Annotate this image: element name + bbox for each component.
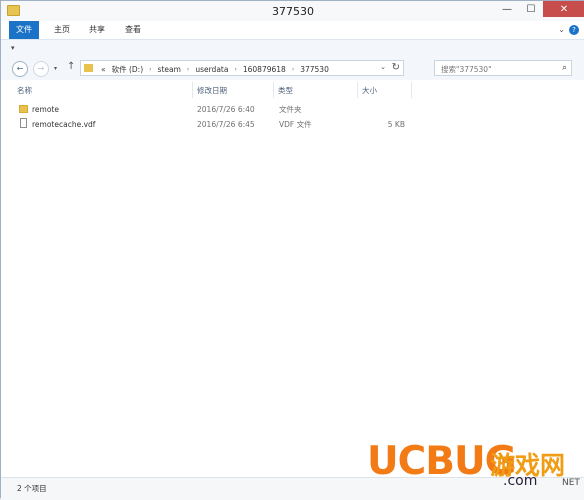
column-header-modified[interactable]: 修改日期 <box>197 85 227 97</box>
address-folder-icon <box>84 64 93 72</box>
column-divider[interactable] <box>273 82 274 98</box>
tab-home[interactable]: 主页 <box>47 21 77 39</box>
ribbon-expand-icon[interactable]: ⌄ <box>558 25 565 34</box>
file-row-remotecache[interactable]: remotecache.vdf 2016/7/26 6:45 VDF 文件 5 … <box>1 118 584 132</box>
watermark-domain: .com <box>503 473 538 489</box>
column-header-name[interactable]: 名称 <box>17 85 32 97</box>
file-modified: 2016/7/26 6:40 <box>197 105 255 114</box>
file-name: remote <box>32 105 59 114</box>
breadcrumb-steam[interactable]: steam <box>155 65 184 74</box>
chevron-right-icon[interactable]: › <box>289 66 297 73</box>
minimize-button[interactable]: — <box>495 1 519 17</box>
forward-button[interactable]: → <box>33 61 49 77</box>
column-header-type[interactable]: 类型 <box>278 85 293 97</box>
help-icon[interactable]: ? <box>569 25 579 35</box>
breadcrumb: « 软件 (D:) › steam › userdata › 160879618… <box>98 63 332 75</box>
file-icon <box>20 118 27 128</box>
refresh-icon[interactable]: ↻ <box>392 62 400 73</box>
window-controls: — ☐ ✕ <box>495 1 584 17</box>
file-row-remote[interactable]: remote 2016/7/26 6:40 文件夹 <box>1 103 584 117</box>
up-button[interactable]: ↑ <box>67 61 75 72</box>
file-type: 文件夹 <box>279 105 302 114</box>
item-count: 2 个项目 <box>17 484 47 493</box>
file-size: 5 KB <box>387 120 405 129</box>
breadcrumb-overflow-icon[interactable]: « <box>98 65 109 74</box>
ribbon-tabs: 文件 主页 共享 查看 <box>1 21 584 40</box>
file-name: remotecache.vdf <box>32 120 96 129</box>
chevron-right-icon[interactable]: › <box>231 66 239 73</box>
column-divider[interactable] <box>192 82 193 98</box>
column-header-size[interactable]: 大小 <box>362 85 377 97</box>
tab-share[interactable]: 共享 <box>82 21 112 39</box>
breadcrumb-userdata[interactable]: userdata <box>192 65 231 74</box>
quick-access-toolbar: ▾ <box>1 40 584 57</box>
column-divider[interactable] <box>357 82 358 98</box>
explorer-window: 377530 — ☐ ✕ 文件 主页 共享 查看 ⌄ ? ▾ ← → ▾ ↑ «… <box>0 0 584 500</box>
maximize-button[interactable]: ☐ <box>519 1 543 17</box>
back-button[interactable]: ← <box>12 61 28 77</box>
breadcrumb-user-id[interactable]: 160879618 <box>240 65 289 74</box>
chevron-right-icon[interactable]: › <box>146 66 154 73</box>
tab-view[interactable]: 查看 <box>118 21 148 39</box>
search-placeholder: 搜索"377530" <box>441 65 492 74</box>
column-headers: 名称 修改日期 类型 大小 <box>1 80 584 100</box>
close-button[interactable]: ✕ <box>543 1 584 17</box>
search-icon[interactable]: ⌕ <box>562 63 567 73</box>
column-divider[interactable] <box>411 82 412 98</box>
title-bar[interactable]: 377530 — ☐ ✕ <box>1 1 584 21</box>
quick-access-dropdown-icon[interactable]: ▾ <box>11 44 15 52</box>
file-type: VDF 文件 <box>279 120 312 129</box>
file-modified: 2016/7/26 6:45 <box>197 120 255 129</box>
folder-icon <box>19 105 28 113</box>
file-list: 名称 修改日期 类型 大小 remote 2016/7/26 6:40 文件夹 … <box>1 80 584 477</box>
breadcrumb-drive[interactable]: 软件 (D:) <box>109 64 147 75</box>
chevron-right-icon[interactable]: › <box>184 66 192 73</box>
watermark: UCBUG 游戏网 .com NET <box>367 439 580 493</box>
tab-file[interactable]: 文件 <box>9 21 39 39</box>
address-dropdown-icon[interactable]: ⌄ <box>380 63 386 71</box>
search-input[interactable]: 搜索"377530" ⌕ <box>434 60 572 76</box>
navigation-bar: ← → ▾ ↑ « 软件 (D:) › steam › userdata › 1… <box>1 56 584 80</box>
watermark-tail: NET <box>562 478 580 488</box>
breadcrumb-current[interactable]: 377530 <box>297 65 332 74</box>
recent-locations-icon[interactable]: ▾ <box>54 65 57 72</box>
address-bar[interactable]: « 软件 (D:) › steam › userdata › 160879618… <box>80 60 404 76</box>
